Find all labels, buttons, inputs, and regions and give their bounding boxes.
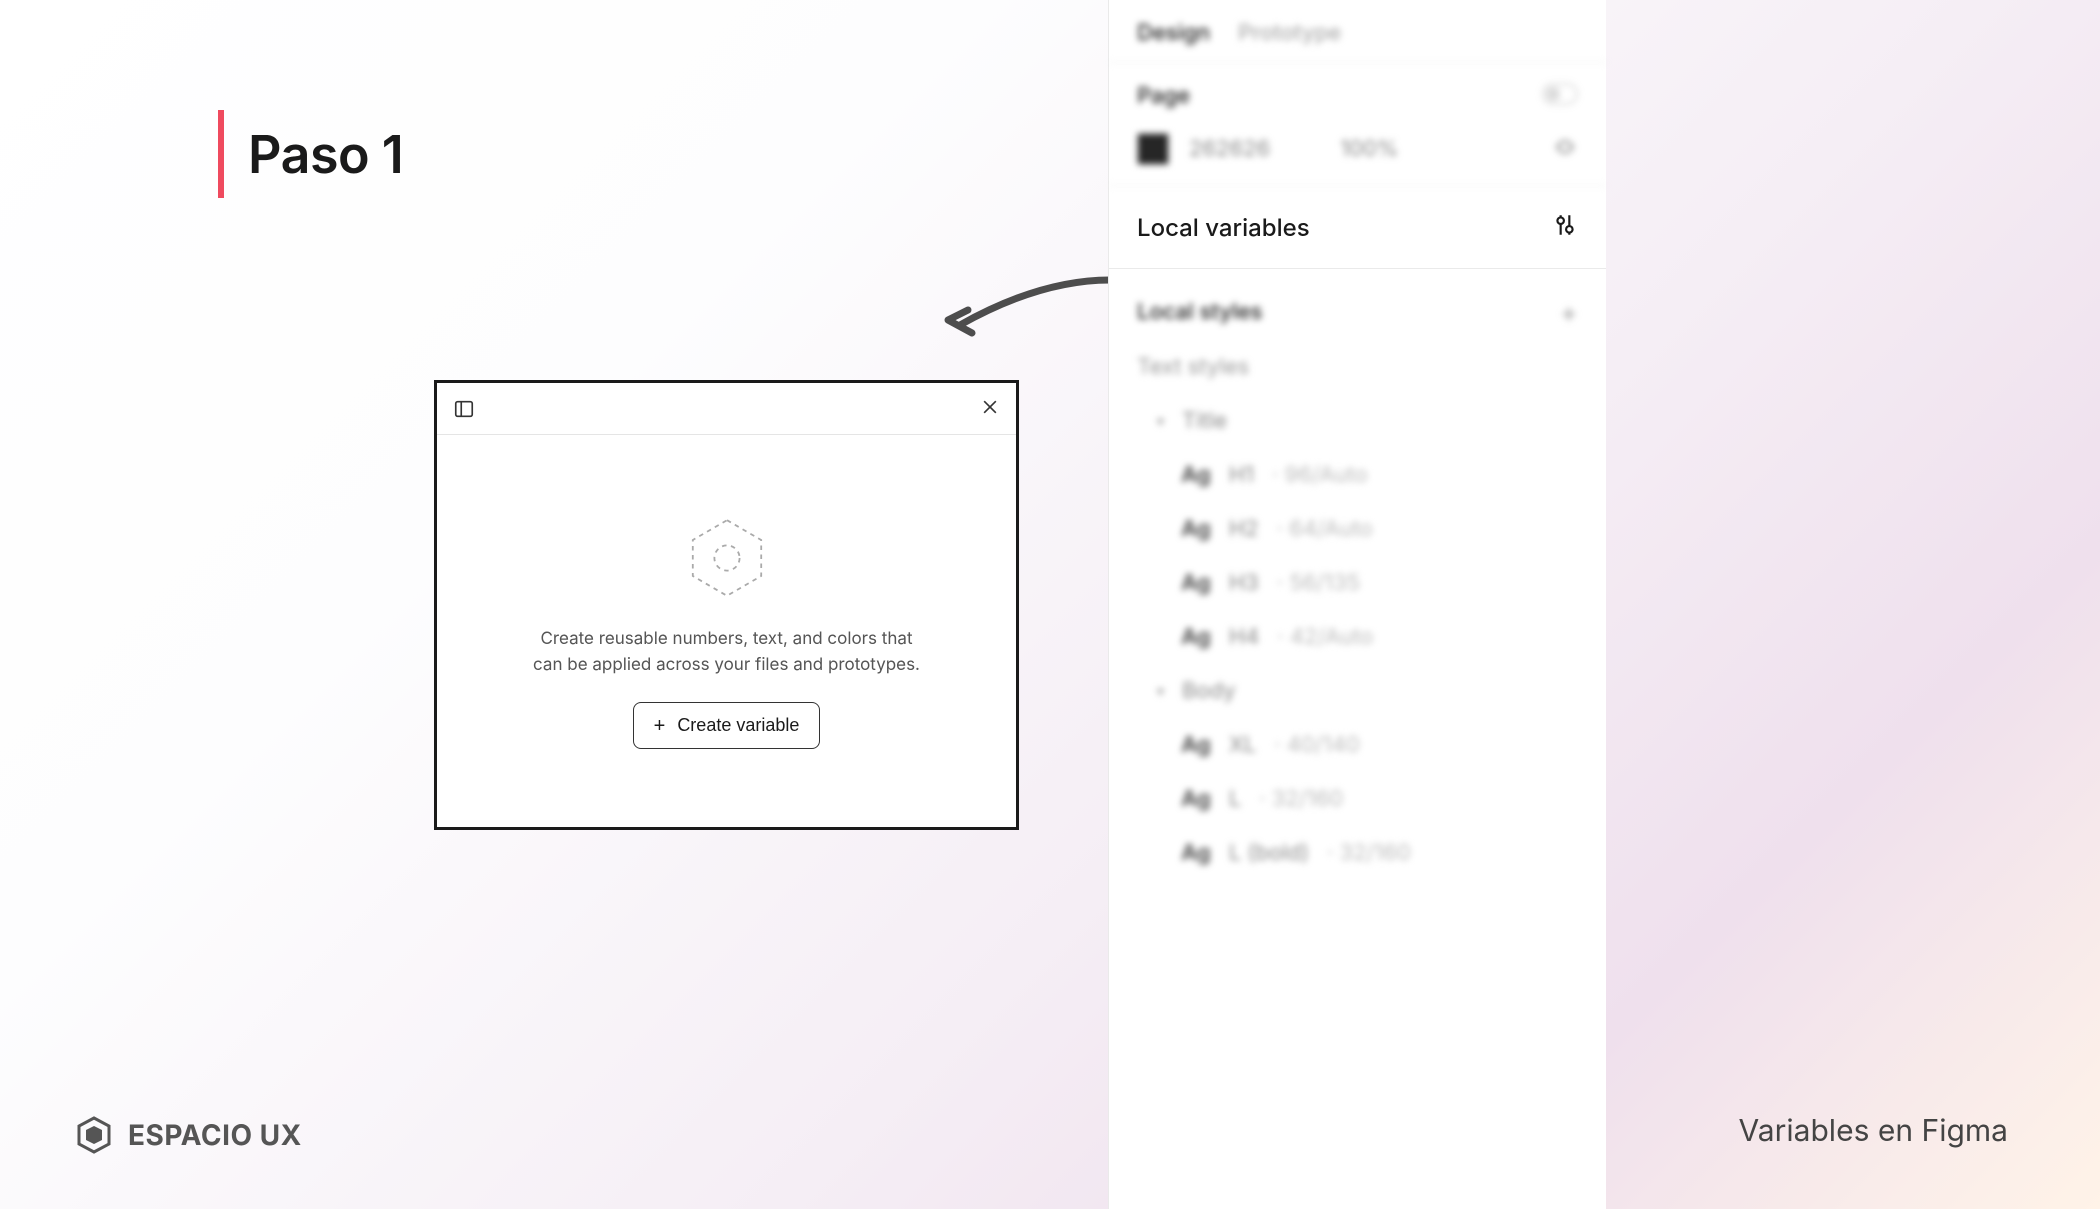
sliders-icon[interactable] <box>1552 212 1578 242</box>
group-name: Title <box>1182 408 1227 434</box>
ag-icon: Ag <box>1181 732 1211 758</box>
style-item-h2[interactable]: Ag H2 · 64/Auto <box>1109 502 1606 556</box>
style-name: XL <box>1229 732 1256 758</box>
style-name: L (bold) <box>1229 840 1309 866</box>
ag-icon: Ag <box>1181 840 1211 866</box>
style-name: L <box>1229 786 1241 812</box>
color-opacity[interactable]: 100% <box>1340 136 1398 162</box>
panel-tabs: Design Prototype <box>1109 0 1606 63</box>
step-title-wrapper: Paso 1 <box>218 110 403 198</box>
local-variables-section: Local variables <box>1109 186 1606 269</box>
style-name: H3 <box>1229 570 1259 596</box>
create-variable-button[interactable]: + Create variable <box>633 702 821 749</box>
style-item-l-bold[interactable]: Ag L (bold) · 32/160 <box>1109 826 1606 880</box>
style-name: H2 <box>1229 516 1259 542</box>
close-icon[interactable] <box>980 397 1000 421</box>
local-variables-title: Local variables <box>1137 213 1310 242</box>
hexagon-placeholder-icon <box>682 513 772 603</box>
annotation-arrow <box>940 270 1120 350</box>
inspector-panel: Design Prototype Page 262626 100% Local … <box>1108 0 1606 1209</box>
style-item-h1[interactable]: Ag H1 · 96/Auto <box>1109 448 1606 502</box>
page-color-row: 262626 100% <box>1137 133 1578 165</box>
style-size: · 32/160 <box>1327 840 1411 866</box>
sidebar-toggle-icon[interactable] <box>453 398 475 420</box>
page-section: Page 262626 100% <box>1109 63 1606 186</box>
eye-icon[interactable] <box>1552 134 1578 164</box>
style-size: · 64/Auto <box>1277 516 1373 542</box>
modal-header <box>437 383 1016 435</box>
page-label: Page <box>1137 83 1190 109</box>
color-swatch[interactable] <box>1137 133 1169 165</box>
create-button-label: Create variable <box>677 715 799 736</box>
style-name: H1 <box>1229 462 1254 488</box>
add-style-icon[interactable]: + <box>1560 295 1578 329</box>
style-size: · 56/135 <box>1277 570 1360 596</box>
modal-description: Create reusable numbers, text, and color… <box>527 627 927 678</box>
step-title: Paso 1 <box>248 123 403 186</box>
color-hex[interactable]: 262626 <box>1189 136 1270 162</box>
local-styles-section: Local styles + <box>1109 269 1606 340</box>
tab-prototype[interactable]: Prototype <box>1238 20 1341 46</box>
ag-icon: Ag <box>1181 462 1211 488</box>
modal-body: Create reusable numbers, text, and color… <box>437 435 1016 827</box>
style-group-title[interactable]: ▾ Title <box>1109 394 1606 448</box>
ag-icon: Ag <box>1181 516 1211 542</box>
local-styles-title: Local styles <box>1137 299 1262 325</box>
style-size: · 32/160 <box>1259 786 1343 812</box>
accent-bar <box>218 110 224 198</box>
style-size: · 96/Auto <box>1272 462 1368 488</box>
chevron-down-icon: ▾ <box>1157 683 1164 700</box>
group-name: Body <box>1182 678 1236 704</box>
ag-icon: Ag <box>1181 570 1211 596</box>
style-item-h3[interactable]: Ag H3 · 56/135 <box>1109 556 1606 610</box>
tab-design[interactable]: Design <box>1137 20 1210 46</box>
style-item-h4[interactable]: Ag H4 · 42/Auto <box>1109 610 1606 664</box>
style-size: · 42/Auto <box>1277 624 1373 650</box>
style-size: · 40/140 <box>1274 732 1360 758</box>
style-item-xl[interactable]: Ag XL · 40/140 <box>1109 718 1606 772</box>
toggle-icon[interactable] <box>1542 83 1578 109</box>
chevron-down-icon: ▾ <box>1157 413 1164 430</box>
plus-icon: + <box>654 716 666 736</box>
logo-text: ESPACIO UX <box>128 1118 302 1152</box>
text-styles-label: Text styles <box>1109 340 1606 394</box>
logo-icon <box>74 1115 114 1155</box>
ag-icon: Ag <box>1181 786 1211 812</box>
variables-modal: Create reusable numbers, text, and color… <box>434 380 1019 830</box>
style-item-l[interactable]: Ag L · 32/160 <box>1109 772 1606 826</box>
style-name: H4 <box>1229 624 1260 650</box>
footer-caption: Variables en Figma <box>1739 1113 2008 1149</box>
brand-logo: ESPACIO UX <box>74 1115 302 1155</box>
ag-icon: Ag <box>1181 624 1211 650</box>
style-group-body[interactable]: ▾ Body <box>1109 664 1606 718</box>
